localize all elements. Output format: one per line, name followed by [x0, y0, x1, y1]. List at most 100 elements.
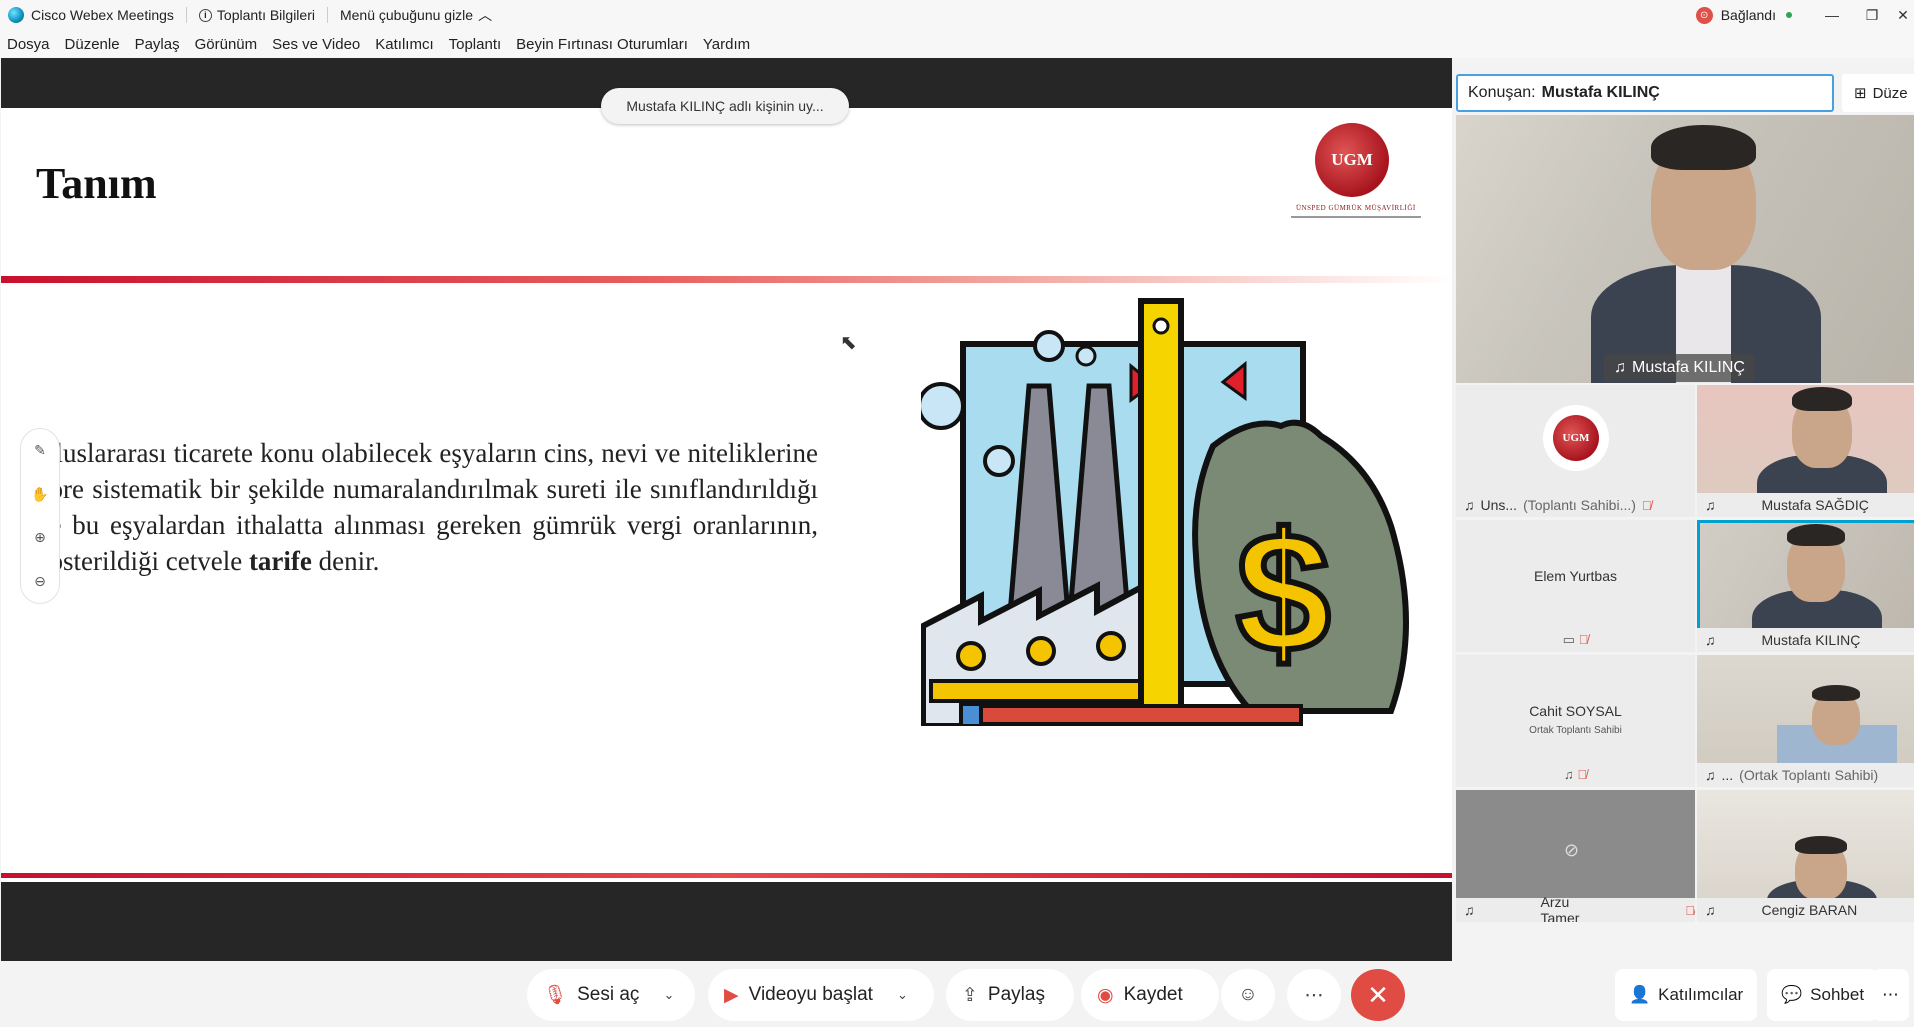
participant-tile-baran[interactable]: ♫ Cengiz BARAN [1697, 790, 1914, 922]
participant-name: Arzu Tamer [1540, 894, 1580, 922]
annotation-toolbar: ✎ ✋ ⊕ ⊖ [20, 428, 60, 604]
menu-paylas[interactable]: Paylaş [135, 36, 180, 53]
divider [326, 7, 328, 23]
participant-status-icons: ▭ 🎙̸ [1456, 632, 1695, 648]
zoom-in-icon[interactable]: ⊕ [34, 529, 46, 546]
layout-button[interactable]: ⊞ Düze [1842, 74, 1914, 112]
audio-icon: ♫ [1614, 359, 1626, 376]
divider [185, 7, 187, 23]
menu-dosya[interactable]: Dosya [7, 36, 50, 53]
connection-status: Bağlandı [1720, 7, 1776, 23]
audio-icon: ♫ [1705, 767, 1716, 783]
chevron-down-icon[interactable]: ⌄ [897, 987, 908, 1003]
muted-mic-icon: 🎙̸ [1577, 767, 1588, 782]
participant-tile-yurtbas[interactable]: Elem Yurtbas ▭ 🎙̸ [1456, 520, 1695, 652]
participants-label: Katılımcılar [1658, 985, 1744, 1004]
participant-hair [1812, 685, 1860, 701]
active-speaker-bar: Konuşan: Mustafa KILINÇ [1456, 74, 1834, 112]
ugm-avatar-logo: UGM [1553, 415, 1599, 461]
share-icon: ⇪ [962, 984, 978, 1006]
paragraph-text: Uluslararası ticarete konu olabilecek eş… [36, 438, 818, 576]
paragraph-end: denir. [311, 546, 380, 576]
layout-label: Düze [1872, 84, 1908, 102]
menu-katilimci[interactable]: Katılımcı [375, 36, 433, 53]
pen-icon[interactable]: ✎ [34, 442, 46, 459]
audio-icon: ♫ [1563, 767, 1574, 782]
participant-hair [1792, 387, 1852, 411]
participant-tile-tamer[interactable]: ⊘ ♫ Arzu Tamer 🎙̸ [1456, 790, 1695, 922]
unmute-button[interactable]: 🎙 Sesi aç ⌄ [527, 969, 695, 1021]
camera-off-icon: ⊘ [1564, 840, 1580, 860]
more-options-button[interactable]: ⋯ [1287, 969, 1341, 1021]
audio-icon: ♫ [1705, 902, 1716, 918]
start-video-button[interactable]: ▶ Videoyu başlat ⌄ [708, 969, 934, 1021]
participant-label: ♫ ... (Ortak Toplantı Sahibi) [1697, 763, 1914, 787]
participants-icon: 👤 [1629, 985, 1651, 1004]
participants-button[interactable]: 👤 Katılımcılar [1615, 969, 1758, 1021]
more-icon: ⋯ [1882, 985, 1899, 1004]
participant-label: ♫ Mustafa SAĞDIÇ [1697, 493, 1914, 517]
menu-bar: Dosya Düzenle Paylaş Görünüm Ses ve Vide… [0, 30, 1914, 58]
participant-tile-soysal[interactable]: Cahit SOYSAL Ortak Toplantı Sahibi ♫ 🎙̸ [1456, 655, 1695, 787]
participant-tile-host[interactable]: UGM ♫ Uns... (Toplantı Sahibi...) 🎙̸ [1456, 385, 1695, 517]
chevron-down-icon[interactable]: ⌄ [663, 987, 674, 1003]
hand-icon[interactable]: ✋ [31, 486, 48, 503]
participant-label: ♫ Mustafa KILINÇ [1697, 628, 1914, 652]
slide-paragraph: Uluslararası ticarete konu olabilecek eş… [36, 435, 818, 579]
mouse-cursor-icon: ⬉ [840, 332, 857, 354]
menu-yardim[interactable]: Yardım [703, 36, 750, 53]
participant-hair [1787, 524, 1845, 546]
menu-gorunum[interactable]: Görünüm [195, 36, 258, 53]
menu-beyin-firtinasi[interactable]: Beyin Fırtınası Oturumları [516, 36, 688, 53]
participant-tile-kilinc[interactable]: ♫ Mustafa KILINÇ [1697, 520, 1914, 652]
audio-icon: ♫ [1705, 497, 1716, 513]
chat-icon: 💬 [1781, 985, 1803, 1004]
shared-content-area: Tanım UGM ÜNSPED GÜMRÜK MÜŞAVİRLİĞİ Ulus… [1, 58, 1452, 961]
panel-more-button[interactable]: ⋯ [1872, 969, 1909, 1021]
slide-footer-rule [1, 873, 1452, 878]
menu-toplanti[interactable]: Toplantı [449, 36, 502, 53]
sharer-indicator[interactable]: Mustafa KILINÇ adlı kişinin uy... [601, 88, 849, 124]
muted-mic-icon: 🎙̸ [1685, 902, 1695, 918]
leave-meeting-button[interactable]: ✕ [1351, 969, 1405, 1021]
restore-button[interactable]: ❐ [1852, 0, 1892, 30]
participant-name: Elem Yurtbas [1533, 568, 1617, 584]
participant-tile-cohost[interactable]: ♫ ... (Ortak Toplantı Sahibi) [1697, 655, 1914, 787]
slide-title: Tanım [36, 159, 157, 208]
zoom-out-icon[interactable]: ⊖ [34, 573, 46, 590]
video-off-icon: ▭ [1562, 632, 1575, 647]
record-button[interactable]: ◉ Kaydet [1081, 969, 1219, 1021]
connection-icon: ⊙ [1695, 6, 1713, 24]
more-icon: ⋯ [1304, 984, 1324, 1006]
menu-duzenle[interactable]: Düzenle [65, 36, 120, 53]
unmute-label: Sesi aç [577, 984, 640, 1005]
participant-name: ... [1721, 767, 1734, 783]
participant-label: ♫ Arzu Tamer 🎙̸ [1456, 894, 1695, 922]
participant-role: (Toplantı Sahibi...) [1523, 497, 1636, 513]
hide-menu-label: Menü çubuğunu gizle [339, 7, 474, 23]
share-label: Paylaş [987, 984, 1045, 1005]
close-icon: ✕ [1367, 979, 1389, 1010]
muted-mic-icon: 🎙 [543, 985, 568, 1006]
participant-status-icons: ♫ 🎙̸ [1456, 767, 1695, 782]
webex-logo-icon [8, 7, 24, 23]
meeting-info-label: Toplantı Bilgileri [216, 7, 315, 23]
hide-menu-button[interactable]: Menü çubuğunu gizle ︿ [340, 5, 492, 25]
participant-tile-sagdic[interactable]: ♫ Mustafa SAĞDIÇ [1697, 385, 1914, 517]
menu-ses-video[interactable]: Ses ve Video [272, 36, 360, 53]
chat-button[interactable]: 💬 Sohbet [1767, 969, 1879, 1021]
record-icon: ◉ [1097, 984, 1114, 1006]
minimize-button[interactable]: — [1812, 0, 1852, 30]
active-speaker-video[interactable]: ♫ Mustafa KILINÇ [1456, 115, 1914, 383]
slide-header-rule [1, 276, 1452, 283]
audio-icon: ♫ [1464, 902, 1475, 918]
svg-text:$: $ [1236, 498, 1331, 688]
active-speaker-name: Mustafa KILINÇ [1632, 359, 1745, 376]
tariff-illustration: $ [921, 298, 1409, 726]
share-button[interactable]: ⇪ Paylaş [946, 969, 1074, 1021]
close-window-button[interactable]: ✕ [1892, 0, 1914, 30]
reactions-button[interactable]: ☺ [1221, 969, 1275, 1021]
participant-hair [1795, 836, 1847, 854]
meeting-info-button[interactable]: i Toplantı Bilgileri [198, 7, 315, 23]
info-icon: i [198, 8, 212, 22]
